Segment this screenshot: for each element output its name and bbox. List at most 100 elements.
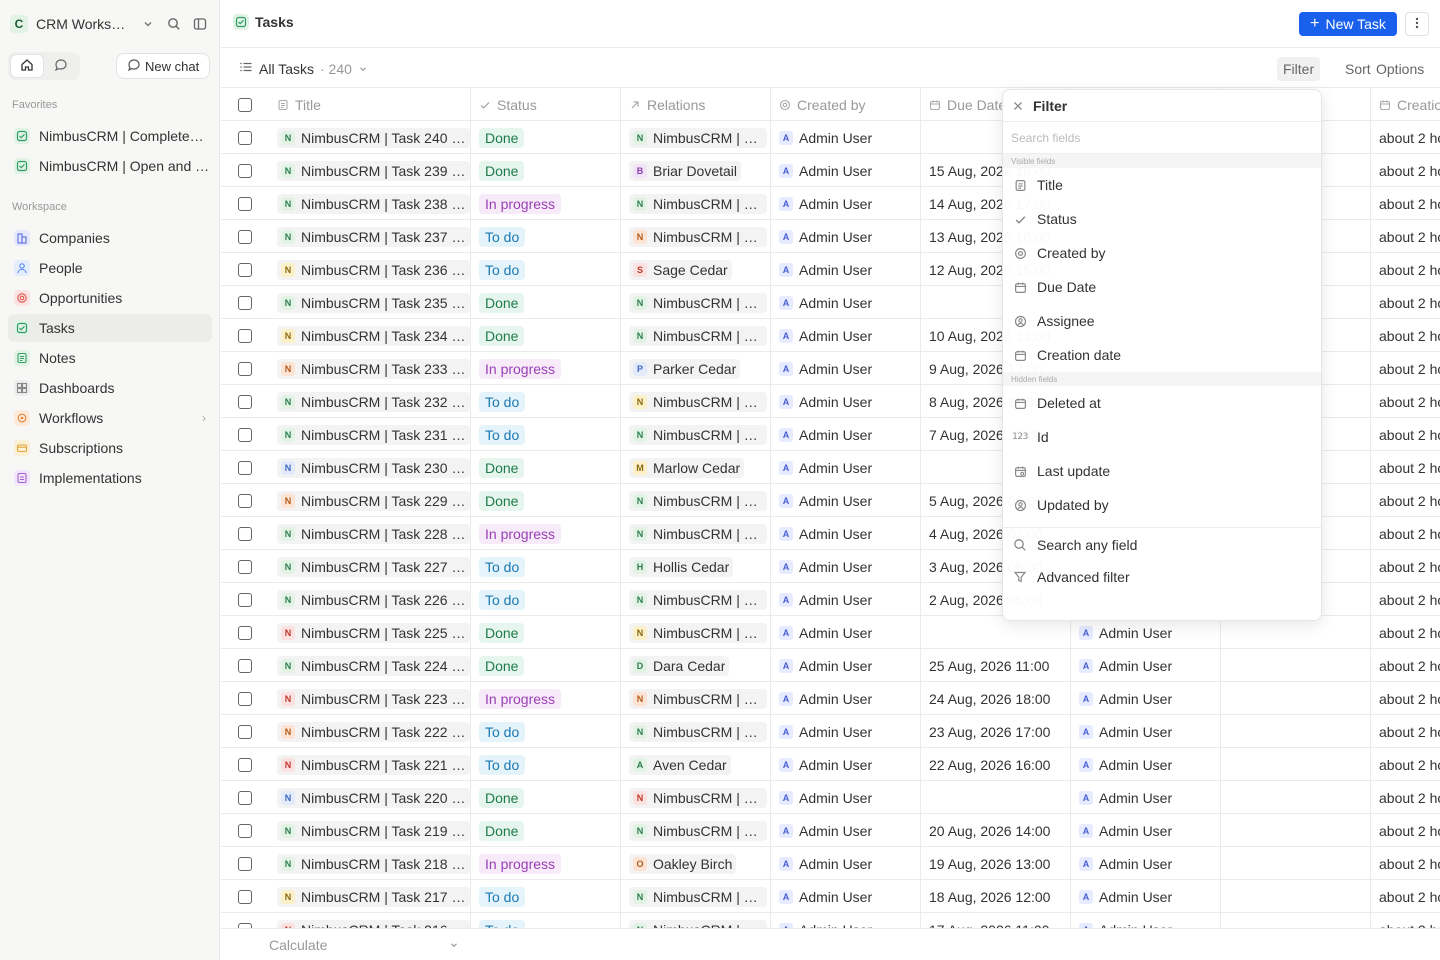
row-checkbox[interactable] (238, 559, 252, 574)
relations-cell[interactable]: H Hollis Cedar (621, 550, 771, 583)
table-row[interactable]: N NimbusCRM | Task 220 | Sh... Done N Nimbus… (221, 781, 1440, 814)
due-date-cell[interactable]: 25 Aug, 2026 11:00 (921, 649, 1071, 682)
row-checkbox[interactable] (238, 790, 252, 805)
relation-chip[interactable]: N NimbusCRM | Op... (629, 391, 767, 412)
title-cell[interactable]: NNimbusCRM | Task 216 | Va... (269, 913, 471, 928)
relations-cell[interactable]: N NimbusCRM | Op... (621, 286, 771, 319)
status-cell[interactable]: Done (471, 484, 621, 517)
filter-field-created-by[interactable]: Created by (1003, 236, 1321, 270)
title-cell[interactable]: N NimbusCRM | Task 238 | C... (269, 187, 471, 220)
sidebar-toggle-icon[interactable] (190, 14, 210, 34)
user-chip[interactable]: A Admin User (779, 425, 876, 445)
task-title-chip[interactable]: N NimbusCRM | Task 232 | Pr... (277, 391, 470, 412)
task-title-chip[interactable]: N NimbusCRM | Task 222 | Pr... (277, 721, 470, 742)
status-cell[interactable]: To do (471, 418, 621, 451)
filter-field-due-date[interactable]: Due Date (1003, 270, 1321, 304)
sidebar-item-dashboards[interactable]: Dashboards (8, 374, 212, 402)
row-checkbox[interactable] (238, 823, 252, 838)
status-cell[interactable]: Done (471, 649, 621, 682)
assignee-cell[interactable]: A Admin User (1071, 880, 1221, 913)
title-cell[interactable]: N NimbusCRM | Task 230 | Sh... (269, 451, 471, 484)
user-chip[interactable]: A Admin User (779, 260, 876, 280)
row-checkbox[interactable] (238, 229, 252, 244)
relations-cell[interactable]: N NimbusCRM | Op... (621, 880, 771, 913)
filter-field-updated-by[interactable]: Updated by (1003, 488, 1321, 522)
assignee-cell[interactable]: A Admin User (1071, 847, 1221, 880)
task-title-chip[interactable]: N NimbusCRM | Task 221 | Dis... (277, 754, 470, 775)
status-cell[interactable]: To do (471, 913, 621, 928)
task-title-chip[interactable]: N NimbusCRM | Task 218 | Co... (277, 853, 470, 874)
user-chip[interactable]: A Admin User (779, 128, 876, 148)
row-checkbox[interactable] (238, 889, 252, 904)
task-title-chip[interactable]: NNimbusCRM | Task 216 | Va... (277, 919, 470, 928)
title-cell[interactable]: N NimbusCRM | Task 220 | Sh... (269, 781, 471, 814)
status-cell[interactable]: To do (471, 715, 621, 748)
sidebar-item-subscriptions[interactable]: Subscriptions (8, 434, 212, 462)
user-chip[interactable]: A Admin User (779, 392, 876, 412)
relations-cell[interactable]: N NimbusCRM | Op... (621, 583, 771, 616)
task-title-chip[interactable]: N NimbusCRM | Task 226 | Va... (277, 589, 470, 610)
status-cell[interactable]: To do (471, 385, 621, 418)
task-title-chip[interactable]: N NimbusCRM | Task 220 | Sh... (277, 787, 470, 808)
search-any-field-option[interactable]: Search any field (1003, 529, 1321, 561)
sidebar-item-workflows[interactable]: Workflows › (8, 404, 212, 432)
user-chip[interactable]: A Admin User (779, 293, 876, 313)
row-checkbox[interactable] (238, 196, 252, 211)
assignee-chip[interactable]: AAdmin User (1079, 722, 1176, 742)
user-chip[interactable]: A Admin User (779, 557, 876, 577)
row-checkbox[interactable] (238, 526, 252, 541)
relations-cell[interactable]: N NimbusCRM | Op... (621, 781, 771, 814)
title-cell[interactable]: N NimbusCRM | Task 229 | U... (269, 484, 471, 517)
table-row[interactable]: N NimbusCRM | Task 218 | Co... In progress… (221, 847, 1440, 880)
task-title-chip[interactable]: N NimbusCRM | Task 235 | Sc... (277, 292, 470, 313)
table-row[interactable]: N NimbusCRM | Task 221 | Dis... To do A Aven… (221, 748, 1440, 781)
title-cell[interactable]: N NimbusCRM | Task 228 | C... (269, 517, 471, 550)
user-chip[interactable]: A Admin User (779, 458, 876, 478)
relation-chip[interactable]: NNimbusCRM | Co... (629, 226, 767, 247)
assignee-chip[interactable]: AAdmin User (1079, 920, 1176, 928)
task-title-chip[interactable]: N NimbusCRM | Task 228 | C... (277, 523, 470, 544)
sidebar-item-companies[interactable]: Companies (8, 224, 212, 252)
row-checkbox[interactable] (238, 658, 252, 673)
status-cell[interactable]: Done (471, 286, 621, 319)
status-cell[interactable]: Done (471, 319, 621, 352)
assignee-chip[interactable]: AAdmin User (1079, 656, 1176, 676)
relations-cell[interactable]: NNimbusCRM | Co... (621, 418, 771, 451)
status-cell[interactable]: Done (471, 781, 621, 814)
user-chip[interactable]: A Admin User (779, 590, 876, 610)
task-title-chip[interactable]: N NimbusCRM | Task 229 | U... (277, 490, 470, 511)
title-cell[interactable]: N NimbusCRM | Task 225 | Sc... (269, 616, 471, 649)
home-tab[interactable] (10, 54, 44, 78)
relations-cell[interactable]: N NimbusCRM | Op... (621, 682, 771, 715)
relations-cell[interactable]: B Briar Dovetail (621, 154, 771, 187)
due-date-cell[interactable]: 19 Aug, 2026 13:00 (921, 847, 1071, 880)
column-header-relations[interactable]: Relations (621, 88, 771, 121)
favorite-item-open[interactable]: NimbusCRM | Open and In Progress (8, 152, 212, 180)
task-title-chip[interactable]: N NimbusCRM | Task 227 | Dr... (277, 556, 470, 577)
relation-chip[interactable]: M Marlow Cedar (629, 457, 745, 478)
user-chip[interactable]: A Admin User (779, 656, 876, 676)
user-chip[interactable]: A Admin User (779, 524, 876, 544)
relations-cell[interactable]: O Oakley Birch (621, 847, 771, 880)
status-cell[interactable]: Done (471, 154, 621, 187)
task-title-chip[interactable]: N NimbusCRM | Task 234 | C... (277, 325, 470, 346)
assignee-cell[interactable]: A Admin User (1071, 748, 1221, 781)
relation-chip[interactable]: NNimbusCRM | Co... (629, 919, 767, 928)
relation-chip[interactable]: H Hollis Cedar (629, 556, 734, 577)
relation-chip[interactable]: N NimbusCRM | Op... (629, 886, 767, 907)
task-title-chip[interactable]: N NimbusCRM | Task 231 | Dis... (277, 424, 470, 445)
row-checkbox[interactable] (238, 625, 252, 640)
sidebar-item-opportunities[interactable]: Opportunities (8, 284, 212, 312)
relation-chip[interactable]: S Sage Cedar (629, 259, 732, 280)
relation-chip[interactable]: O Oakley Birch (629, 853, 737, 874)
options-button[interactable]: Options (1370, 57, 1430, 81)
table-row[interactable]: N NimbusCRM | Task 219 | Up... Done N Nimbus… (221, 814, 1440, 847)
sidebar-item-notes[interactable]: Notes (8, 344, 212, 372)
filter-field-status[interactable]: Status (1003, 202, 1321, 236)
user-chip[interactable]: A Admin User (779, 326, 876, 346)
relations-cell[interactable]: NNimbusCRM | Co... (621, 913, 771, 928)
favorite-item-completed[interactable]: NimbusCRM | Completed Tasks (8, 122, 212, 150)
relations-cell[interactable]: NNimbusCRM | Co... (621, 517, 771, 550)
relation-chip[interactable]: NNimbusCRM | Co... (629, 523, 767, 544)
relation-chip[interactable]: N NimbusCRM | Op... (629, 589, 767, 610)
